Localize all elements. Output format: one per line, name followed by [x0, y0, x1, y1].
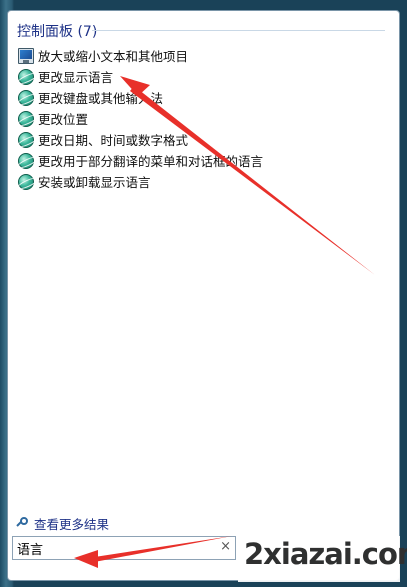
result-install-display-language[interactable]: 安装或卸载显示语言: [18, 171, 263, 192]
watermark-logo: 2xiazai.com: [244, 537, 407, 571]
group-divider: [92, 30, 385, 31]
result-zoom-text[interactable]: 放大或缩小文本和其他项目: [18, 45, 263, 66]
result-change-menu-language[interactable]: 更改用于部分翻译的菜单和对话框的语言: [18, 150, 263, 171]
search-input[interactable]: [17, 539, 217, 557]
result-change-date-time-format[interactable]: 更改日期、时间或数字格式: [18, 129, 263, 150]
globe-icon: [18, 89, 34, 106]
magnifier-icon: [16, 516, 30, 531]
result-change-display-language[interactable]: 更改显示语言: [18, 66, 263, 87]
result-label: 更改键盘或其他输入法: [38, 91, 164, 106]
results-list: 放大或缩小文本和其他项目 更改显示语言 更改键盘或其他输入法 更改位置 更改日期…: [18, 45, 263, 192]
globe-icon: [18, 173, 34, 190]
start-menu-search-panel: 控制面板 (7) 放大或缩小文本和其他项目 更改显示语言 更改键盘或其他输入法 …: [7, 10, 400, 581]
group-header-control-panel[interactable]: 控制面板 (7): [17, 21, 97, 41]
result-label: 安装或卸载显示语言: [38, 175, 151, 190]
see-more-label: 查看更多结果: [34, 517, 110, 532]
monitor-icon: [18, 47, 34, 64]
result-change-keyboard[interactable]: 更改键盘或其他输入法: [18, 87, 263, 108]
globe-icon: [18, 131, 34, 148]
globe-icon: [18, 110, 34, 127]
clear-search-icon[interactable]: ×: [220, 539, 231, 554]
result-label: 更改位置: [38, 112, 89, 127]
result-label: 放大或缩小文本和其他项目: [38, 49, 189, 64]
result-label: 更改用于部分翻译的菜单和对话框的语言: [38, 154, 264, 169]
globe-icon: [18, 152, 34, 169]
see-more-results-link[interactable]: 查看更多结果: [16, 514, 109, 533]
result-label: 更改日期、时间或数字格式: [38, 133, 189, 148]
result-label: 更改显示语言: [38, 70, 114, 85]
search-box[interactable]: ×: [12, 536, 236, 560]
globe-icon: [18, 68, 34, 85]
result-change-location[interactable]: 更改位置: [18, 108, 263, 129]
